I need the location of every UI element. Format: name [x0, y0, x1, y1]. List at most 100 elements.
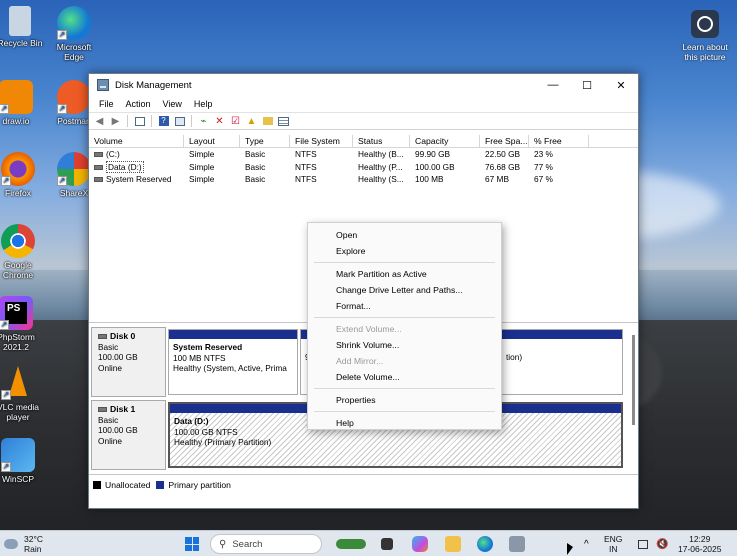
start-button[interactable] [185, 531, 199, 556]
forward-arrow-icon[interactable]: ▶ [109, 115, 122, 128]
connect-icon[interactable]: ⌁ [197, 115, 210, 128]
col-volume[interactable]: Volume [89, 135, 184, 147]
speaker-muted-icon[interactable]: 🔇 [656, 531, 668, 556]
menu-extend-volume: Extend Volume... [336, 324, 402, 334]
menu-help[interactable]: Help [188, 99, 219, 109]
legend-unallocated-swatch [93, 480, 101, 489]
back-arrow-icon[interactable]: ◀ [93, 115, 106, 128]
taskbar-widget-frog[interactable] [336, 531, 366, 556]
menu-shrink-volume[interactable]: Shrink Volume... [308, 337, 501, 353]
col-file-system[interactable]: File System [290, 135, 353, 147]
vertical-scrollbar[interactable] [632, 335, 635, 425]
col-status[interactable]: Status [353, 135, 410, 147]
col-type[interactable]: Type [240, 135, 290, 147]
table-row[interactable]: Data (D:) Simple Basic NTFS Healthy (P..… [89, 160, 638, 174]
partition-recovery[interactable]: tion) [501, 329, 623, 395]
learn-about-picture[interactable]: Learn about this picture [676, 10, 734, 62]
weather-widget[interactable]: 32°C Rain [4, 531, 43, 556]
partition-system-reserved[interactable]: System Reserved 100 MB NTFS Healthy (Sys… [168, 329, 298, 395]
menu-delete-volume[interactable]: Delete Volume... [308, 369, 501, 385]
menu-open[interactable]: Open [308, 227, 501, 243]
folder-icon [445, 536, 461, 552]
menu-help-item[interactable]: Help [308, 415, 501, 431]
table-row[interactable]: (C:) Simple Basic NTFS Healthy (B... 99.… [89, 148, 638, 161]
menu-view[interactable]: View [157, 99, 188, 109]
drawio-icon: ↗ [0, 80, 33, 114]
firefox-icon: ↗ [1, 152, 35, 186]
minimize-button[interactable]: — [536, 74, 570, 96]
clock[interactable]: 12:29 17-06-2025 [678, 531, 721, 556]
desktop-icon-vlc[interactable]: ↗ VLC media player [0, 366, 48, 422]
drive-icon [94, 164, 103, 170]
menu-properties[interactable]: Properties [308, 392, 501, 408]
rain-cloud-icon [4, 539, 18, 549]
phpstorm-icon: PS ↗ [0, 296, 33, 330]
maximize-button[interactable]: ☐ [570, 74, 604, 96]
taskbar: 32°C Rain ⚲ Search ^ ENG IN 🔇 12:29 17-06-2… [0, 530, 737, 556]
col-layout[interactable]: Layout [184, 135, 240, 147]
network-icon[interactable] [638, 531, 648, 556]
disk-icon [98, 334, 107, 340]
menu-explore[interactable]: Explore [308, 243, 501, 259]
col-free-space[interactable]: Free Spa... [480, 135, 529, 147]
drive-icon [94, 177, 103, 183]
up-folder-icon[interactable]: ▲ [245, 115, 258, 128]
taskbar-copilot[interactable] [412, 531, 428, 556]
menu-format[interactable]: Format... [308, 298, 501, 314]
search-box[interactable]: ⚲ Search [210, 531, 322, 556]
console-tree-icon[interactable] [133, 115, 146, 128]
disk-management-icon [509, 536, 525, 552]
windows-logo-icon [185, 537, 199, 551]
menu-action[interactable]: Action [120, 99, 157, 109]
language-indicator[interactable]: ENG IN [604, 531, 622, 556]
winscp-icon: ↗ [1, 438, 35, 472]
mouse-pointer-icon [567, 543, 573, 555]
help-icon[interactable]: ? [157, 115, 170, 128]
desktop-icon-drawio[interactable]: ↗ draw.io [0, 80, 46, 126]
taskbar-file-explorer[interactable] [445, 531, 461, 556]
taskbar-disk-management[interactable] [509, 531, 525, 556]
col-capacity[interactable]: Capacity [410, 135, 480, 147]
col-percent-free[interactable]: % Free [529, 135, 589, 147]
menu-add-mirror: Add Mirror... [336, 356, 384, 366]
desktop-icon-recycle-bin[interactable]: Recycle Bin [0, 6, 50, 48]
disk-management-icon [97, 79, 109, 91]
context-menu: Open Explore Mark Partition as Active Ch… [307, 222, 502, 430]
recycle-bin-icon [9, 6, 31, 36]
drive-icon [94, 152, 103, 158]
desktop-icon-firefox[interactable]: ↗ Firefox [0, 152, 48, 198]
show-hidden-icons[interactable]: ^ [584, 531, 589, 556]
volume-list-header: Volume Layout Type File System Status Ca… [89, 135, 638, 148]
desktop-icon-chrome[interactable]: Google Chrome [0, 224, 48, 280]
task-view-icon [381, 538, 393, 550]
menu-mark-active[interactable]: Mark Partition as Active [308, 266, 501, 282]
delete-icon[interactable]: ✕ [213, 115, 226, 128]
desktop-icon-edge[interactable]: ↗ Microsoft Edge [44, 6, 104, 62]
table-row[interactable]: System Reserved Simple Basic NTFS Health… [89, 173, 638, 186]
toolbar: ◀ ▶ ? ⌁ ✕ ☑ ▲ [89, 112, 638, 130]
desktop-icon-winscp[interactable]: ↗ WinSCP [0, 438, 48, 484]
check-icon[interactable]: ☑ [229, 115, 242, 128]
window-title: Disk Management [115, 79, 192, 91]
copilot-icon [412, 536, 428, 552]
disk-1-label[interactable]: Disk 1 Basic 100.00 GB Online [91, 400, 166, 470]
taskbar-edge[interactable] [477, 531, 493, 556]
close-button[interactable]: ✕ [604, 74, 638, 96]
menu-file[interactable]: File [93, 99, 120, 109]
disk-0-label[interactable]: Disk 0 Basic 100.00 GB Online [91, 327, 166, 397]
list-view-icon[interactable] [277, 115, 290, 128]
taskbar-task-view[interactable] [381, 531, 393, 556]
menu-change-drive-letter[interactable]: Change Drive Letter and Paths... [308, 282, 501, 298]
camera-icon [691, 10, 719, 38]
desktop-icon-phpstorm[interactable]: PS ↗ PhpStorm 2021.2 [0, 296, 46, 352]
sharex-icon: ↗ [57, 152, 91, 186]
chevron-up-icon: ^ [584, 538, 589, 550]
vlc-cone-icon: ↗ [1, 366, 35, 400]
legend-primary-swatch [156, 480, 165, 489]
disk-icon [98, 407, 107, 413]
search-icon: ⚲ [219, 538, 227, 550]
edge-icon [477, 536, 493, 552]
new-folder-icon[interactable] [261, 115, 274, 128]
properties-icon[interactable] [173, 115, 186, 128]
title-bar[interactable]: Disk Management — ☐ ✕ [89, 74, 638, 96]
